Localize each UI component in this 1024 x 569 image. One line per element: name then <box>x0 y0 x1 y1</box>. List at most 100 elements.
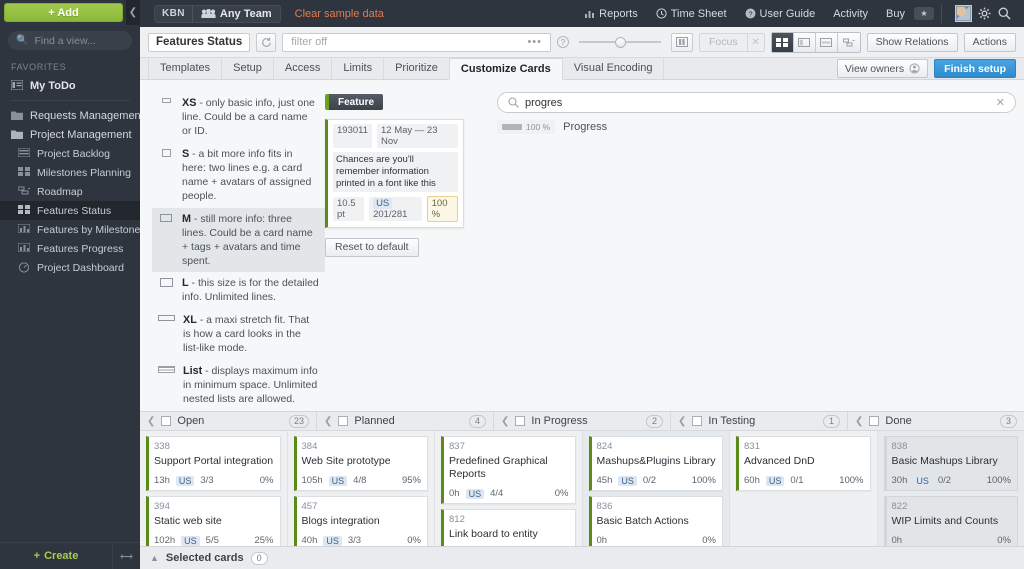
tab-limits[interactable]: Limits <box>331 57 385 79</box>
us-value: 0/1 <box>790 475 804 487</box>
project-selector[interactable]: KBN Any Team <box>154 4 281 23</box>
filter-input[interactable]: filter off ••• <box>282 32 551 52</box>
sidebar-group-project-management[interactable]: Project Management <box>0 125 140 144</box>
mode-board-icon[interactable] <box>771 32 794 52</box>
field-search-result-row[interactable]: 100 % Progress <box>497 120 1016 134</box>
column-checkbox[interactable] <box>338 416 349 427</box>
sidebar-item-project-dashboard[interactable]: Project Dashboard <box>0 258 140 277</box>
card-384[interactable]: 384 Web Site prototype 105h US 4/8 95% <box>293 436 428 492</box>
card-size-option-list[interactable]: List - displays maximum info in minimum … <box>152 360 325 411</box>
resize-icon[interactable] <box>112 543 140 569</box>
field-search-value: progres <box>525 96 563 109</box>
sidebar-item-roadmap[interactable]: Roadmap <box>0 182 140 201</box>
tab-prioritize[interactable]: Prioritize <box>383 57 450 79</box>
column-name: In Progress <box>531 415 588 428</box>
card-394[interactable]: 394 Static web site 102h US 5/5 25% <box>146 496 281 546</box>
card-size-option-s[interactable]: S - a bit more info fits in here: two li… <box>152 143 325 208</box>
card-822[interactable]: 822 WIP Limits and Counts 0h 0% <box>883 496 1018 546</box>
card-id: 384 <box>302 441 422 452</box>
column-checkbox[interactable] <box>692 416 703 427</box>
close-icon[interactable]: ✕ <box>996 96 1005 109</box>
sidebar-item-my-todo[interactable]: My ToDo <box>0 76 140 95</box>
finish-setup-button[interactable]: Finish setup <box>934 59 1016 78</box>
nav-activity[interactable]: Activity <box>824 8 877 20</box>
card-size-option-xs[interactable]: XS - only basic info, just one line. Cou… <box>152 92 325 143</box>
tab-customize-cards[interactable]: Customize Cards <box>448 58 563 80</box>
card-812[interactable]: 812 Link board to entity 1h US 3/3 0% <box>441 509 576 546</box>
card-338[interactable]: 338 Support Portal integration 13h US 3/… <box>146 436 281 492</box>
sidebar-collapse-button[interactable]: ❮ <box>126 0 140 25</box>
close-icon[interactable]: ✕ <box>746 32 765 52</box>
focus-button[interactable]: Focus <box>699 32 747 52</box>
view-owners-button[interactable]: View owners <box>836 59 929 78</box>
card-title: Static web site <box>154 515 222 528</box>
card-836[interactable]: 836 Basic Batch Actions 0h 0% <box>588 496 723 546</box>
sidebar-group-requests-management[interactable]: Requests Management <box>0 106 144 125</box>
question-icon[interactable]: ? <box>557 36 569 48</box>
chevron-left-icon[interactable]: ❮ <box>678 416 686 427</box>
tab-visual-encoding[interactable]: Visual Encoding <box>561 57 665 79</box>
create-button[interactable]: + Create <box>0 543 112 569</box>
refresh-icon[interactable] <box>256 32 277 52</box>
column-checkbox[interactable] <box>869 416 880 427</box>
entity-type-tag[interactable]: Feature <box>325 94 384 110</box>
chevron-left-icon[interactable]: ❮ <box>855 416 863 427</box>
sidebar-item-features-status[interactable]: Features Status <box>0 201 140 220</box>
field-search-input[interactable]: progres ✕ <box>497 92 1016 113</box>
view-title[interactable]: Features Status <box>148 32 251 52</box>
card-831[interactable]: 831 Advanced DnD 60h US 0/1 100% <box>736 436 871 492</box>
sidebar-footer: + Create <box>0 542 140 569</box>
add-button[interactable]: + Add <box>4 3 123 22</box>
slider-knob[interactable] <box>614 36 626 48</box>
chevron-up-icon[interactable]: ▲ <box>150 553 159 563</box>
card-838[interactable]: 838 Basic Mashups Library 30h US 0/2 100… <box>883 436 1018 492</box>
gear-icon[interactable] <box>978 7 998 20</box>
us-value: 4/4 <box>490 488 504 500</box>
reset-to-default-button[interactable]: Reset to default <box>325 237 419 257</box>
find-a-view-input[interactable]: 🔍 Find a view... <box>8 31 132 50</box>
card-457[interactable]: 457 Blogs integration 40h US 3/3 0% <box>293 496 428 546</box>
card-size-option-l[interactable]: L - this size is for the detailed info. … <box>152 272 325 309</box>
card-824[interactable]: 824 Mashups&Plugins Library 45h US 0/2 1… <box>588 436 723 492</box>
card-footer: 60h US 0/1 100% <box>744 475 864 486</box>
team-selector[interactable]: Any Team <box>193 8 280 20</box>
column-count: 1 <box>823 414 840 428</box>
columns-icon[interactable] <box>671 32 693 52</box>
sidebar-item-features-progress[interactable]: Features Progress <box>0 239 140 258</box>
sidebar-item-project-backlog[interactable]: Project Backlog <box>0 144 140 163</box>
card-size-option-xl[interactable]: XL - a maxi stretch fit. That is how a c… <box>152 309 325 360</box>
nav-reports[interactable]: Reports <box>576 8 647 20</box>
selected-cards-bar[interactable]: ▲ Selected cards 0 <box>140 546 1024 569</box>
avatar[interactable] <box>955 5 972 22</box>
nav-user-guide[interactable]: ? User Guide <box>736 8 825 20</box>
card-footer: 102h US 5/5 25% <box>154 535 274 546</box>
column-checkbox[interactable] <box>515 416 526 427</box>
sidebar-item-label: Project Dashboard <box>37 261 124 274</box>
star-icon[interactable]: ★ <box>914 7 934 20</box>
mode-timeline-icon[interactable] <box>837 32 860 52</box>
sidebar-item-features-by-milestones[interactable]: Features by Milestones <box>0 220 146 239</box>
card-size-option-m[interactable]: M - still more info: three lines. Could … <box>152 207 325 273</box>
zoom-slider[interactable] <box>579 36 661 48</box>
tab-access[interactable]: Access <box>272 57 333 79</box>
size-m-icon <box>158 212 174 222</box>
nav-buy[interactable]: Buy <box>877 8 914 20</box>
filter-more-icon[interactable]: ••• <box>527 36 542 48</box>
chevron-left-icon[interactable]: ❮ <box>147 416 155 427</box>
card-837[interactable]: 837 Predefined Graphical Reports 0h US 4… <box>441 436 576 505</box>
tab-templates[interactable]: Templates <box>148 57 223 79</box>
search-icon[interactable] <box>998 7 1018 20</box>
column-checkbox[interactable] <box>161 416 172 427</box>
actions-button[interactable]: Actions <box>963 32 1016 52</box>
preview-card-effort: 10.5 pt <box>333 196 365 221</box>
nav-time-sheet[interactable]: Time Sheet <box>647 8 736 20</box>
show-relations-button[interactable]: Show Relations <box>866 32 958 52</box>
mode-cardlist-icon[interactable] <box>793 32 816 52</box>
clear-sample-data-link[interactable]: Clear sample data <box>295 8 384 20</box>
tab-setup[interactable]: Setup <box>221 57 274 79</box>
card-title: Blogs integration <box>301 515 380 528</box>
chevron-left-icon[interactable]: ❮ <box>501 416 509 427</box>
mode-list-icon[interactable] <box>815 32 838 52</box>
sidebar-item-milestones-planning[interactable]: Milestones Planning <box>0 163 140 182</box>
chevron-left-icon[interactable]: ❮ <box>324 416 332 427</box>
